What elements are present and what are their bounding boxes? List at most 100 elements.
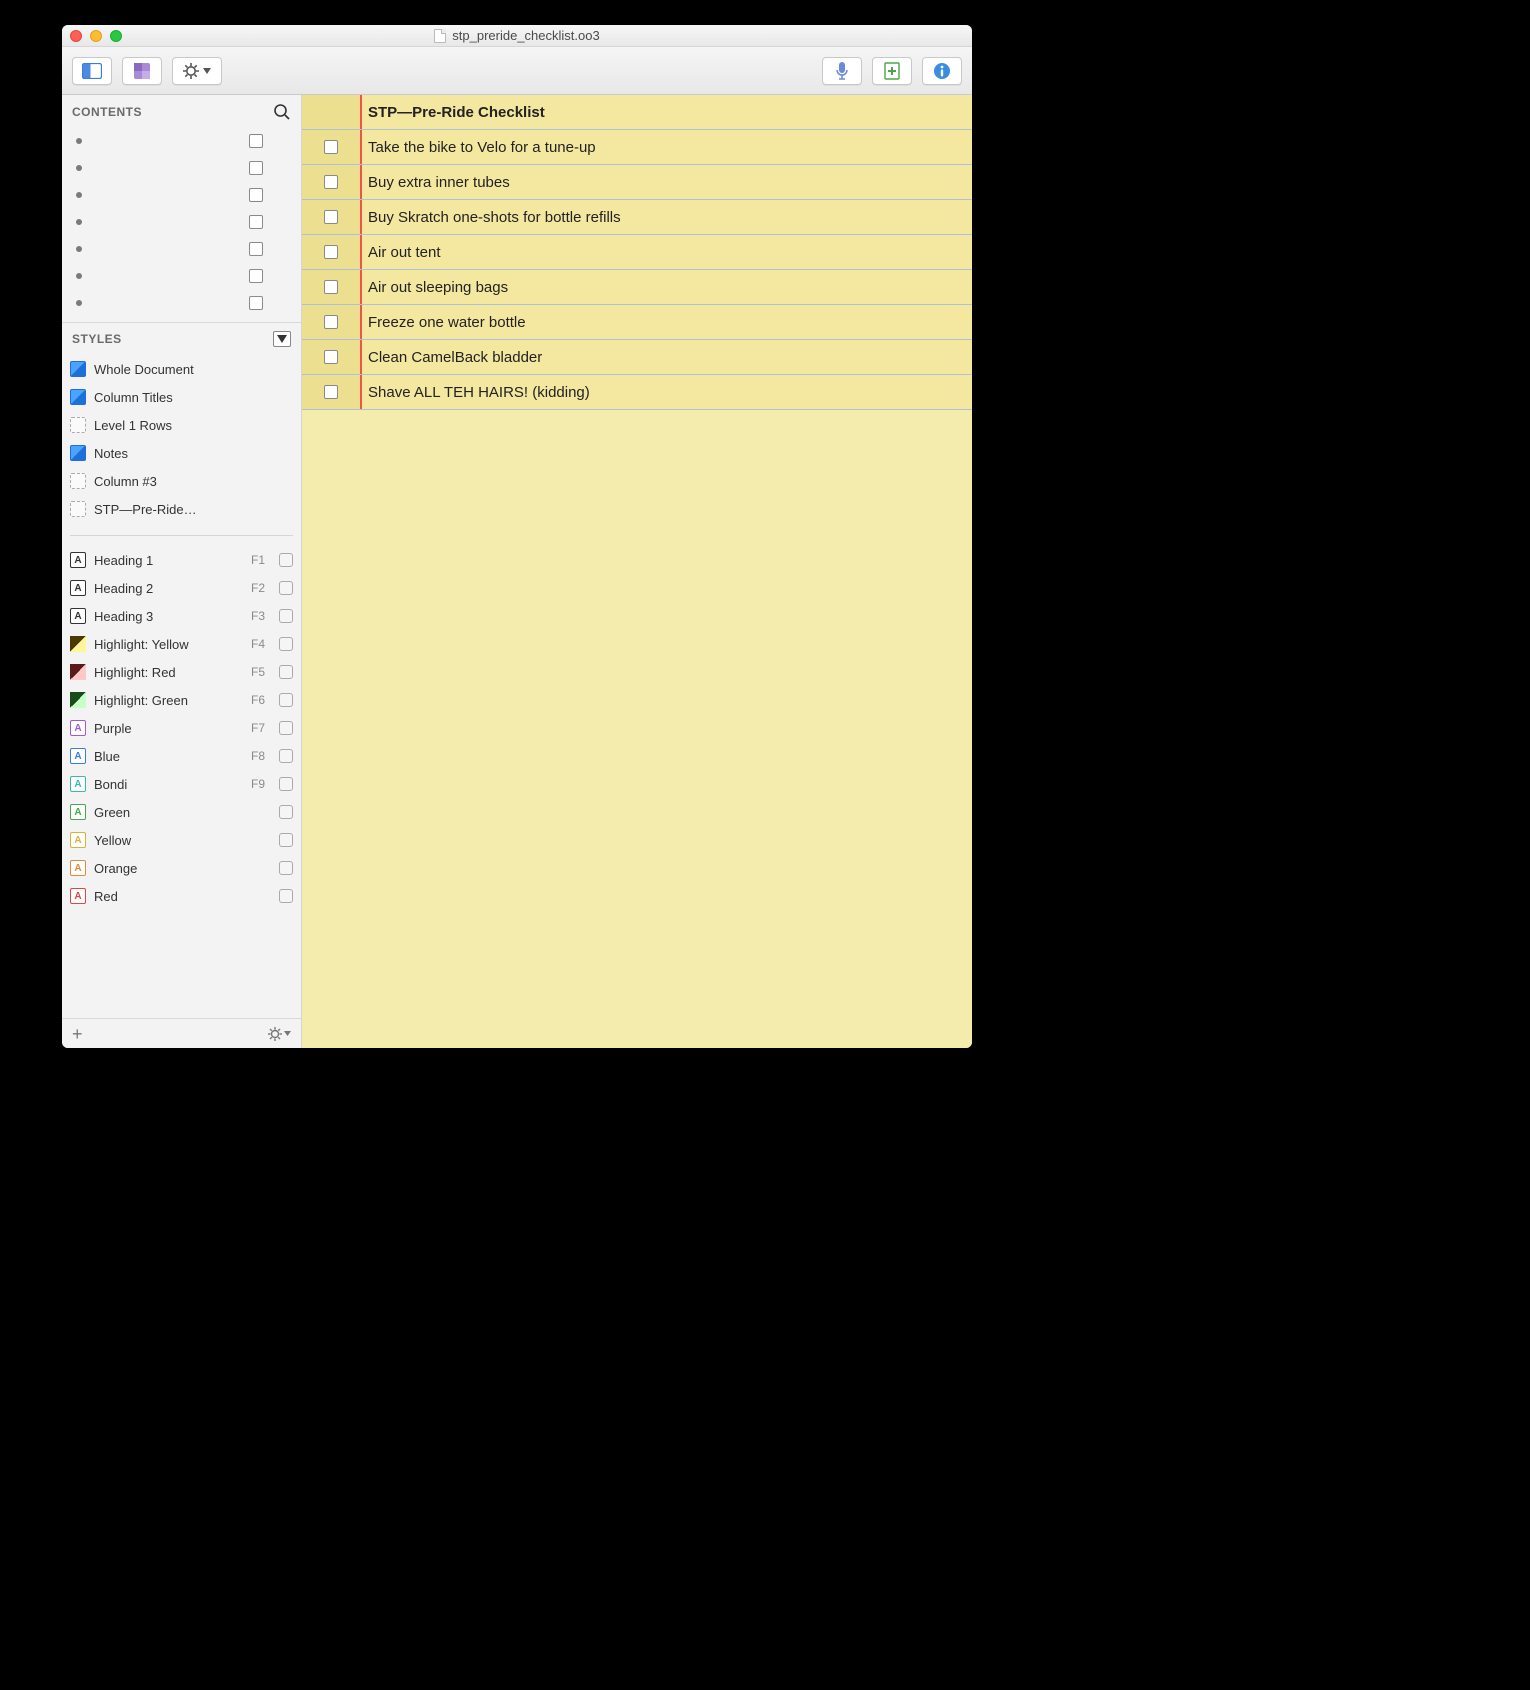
minimize-button[interactable]	[90, 30, 102, 42]
row-checkbox[interactable]	[324, 385, 338, 399]
style-item[interactable]: ABlueF8	[70, 742, 293, 770]
toolbar	[62, 47, 972, 95]
outline-row[interactable]: Clean CamelBack bladder	[302, 340, 972, 375]
contents-item[interactable]	[72, 262, 291, 289]
row-text[interactable]: Take the bike to Velo for a tune-up	[360, 139, 596, 156]
row-text[interactable]: Clean CamelBack bladder	[360, 349, 542, 366]
style-item[interactable]: Column Titles	[70, 383, 293, 411]
style-toggle-checkbox[interactable]	[279, 833, 293, 847]
outline-area[interactable]: STP—Pre-Ride Checklist Take the bike to …	[302, 95, 972, 1048]
close-button[interactable]	[70, 30, 82, 42]
contents-item[interactable]	[72, 208, 291, 235]
checkbox[interactable]	[249, 134, 263, 148]
row-checkbox[interactable]	[324, 280, 338, 294]
style-label: Red	[94, 889, 118, 904]
checkbox[interactable]	[249, 269, 263, 283]
dictation-button[interactable]	[822, 57, 862, 85]
contents-item[interactable]	[72, 289, 291, 316]
style-toggle-checkbox[interactable]	[279, 609, 293, 623]
sidebar-gear-menu[interactable]	[268, 1027, 291, 1041]
style-item[interactable]: Highlight: RedF5	[70, 658, 293, 686]
toggle-sidebar-button[interactable]	[72, 57, 112, 85]
outline-row[interactable]: Air out sleeping bags	[302, 270, 972, 305]
contents-list	[62, 125, 301, 322]
divider	[70, 535, 293, 536]
inspector-button[interactable]	[922, 57, 962, 85]
bullet-icon	[76, 219, 82, 225]
checkbox[interactable]	[249, 215, 263, 229]
checkbox[interactable]	[249, 242, 263, 256]
style-toggle-checkbox[interactable]	[279, 581, 293, 595]
add-style-button[interactable]: +	[72, 1025, 83, 1043]
outline-header-row[interactable]: STP—Pre-Ride Checklist	[302, 95, 972, 130]
row-checkbox[interactable]	[324, 210, 338, 224]
outline-row[interactable]: Buy Skratch one-shots for bottle refills	[302, 200, 972, 235]
style-placeholder-icon	[70, 417, 86, 433]
outline-row[interactable]: Freeze one water bottle	[302, 305, 972, 340]
style-item[interactable]: Whole Document	[70, 355, 293, 383]
checkbox[interactable]	[249, 161, 263, 175]
style-item[interactable]: Level 1 Rows	[70, 411, 293, 439]
style-toggle-checkbox[interactable]	[279, 805, 293, 819]
style-toggle-checkbox[interactable]	[279, 721, 293, 735]
style-toggle-checkbox[interactable]	[279, 777, 293, 791]
styles-header: STYLES	[62, 323, 301, 351]
named-styles-list: AHeading 1F1AHeading 2F2AHeading 3F3High…	[62, 542, 301, 916]
style-item[interactable]: ABondiF9	[70, 770, 293, 798]
outline-row[interactable]: Air out tent	[302, 235, 972, 270]
style-toggle-checkbox[interactable]	[279, 665, 293, 679]
style-item[interactable]: Highlight: GreenF6	[70, 686, 293, 714]
style-item[interactable]: AHeading 1F1	[70, 546, 293, 574]
row-text[interactable]: Buy Skratch one-shots for bottle refills	[360, 209, 621, 226]
style-placeholder-icon	[70, 501, 86, 517]
row-text[interactable]: Air out sleeping bags	[360, 279, 508, 296]
shortcut-label: F6	[251, 693, 265, 707]
contents-item[interactable]	[72, 154, 291, 181]
contents-item[interactable]	[72, 181, 291, 208]
style-toggle-checkbox[interactable]	[279, 553, 293, 567]
style-item[interactable]: Column #3	[70, 467, 293, 495]
search-icon[interactable]	[273, 103, 291, 121]
style-toggle-checkbox[interactable]	[279, 861, 293, 875]
row-text[interactable]: Freeze one water bottle	[360, 314, 526, 331]
style-item[interactable]: Highlight: YellowF4	[70, 630, 293, 658]
row-text[interactable]: Buy extra inner tubes	[360, 174, 510, 191]
style-item[interactable]: STP—Pre-Ride…	[70, 495, 293, 523]
outline-row[interactable]: Buy extra inner tubes	[302, 165, 972, 200]
row-text[interactable]: Shave ALL TEH HAIRS! (kidding)	[360, 384, 590, 401]
outline-row[interactable]: Take the bike to Velo for a tune-up	[302, 130, 972, 165]
bullet-icon	[76, 300, 82, 306]
style-item[interactable]: APurpleF7	[70, 714, 293, 742]
style-swatch-icon	[70, 389, 86, 405]
checkbox[interactable]	[249, 188, 263, 202]
zoom-button[interactable]	[110, 30, 122, 42]
style-toggle-checkbox[interactable]	[279, 749, 293, 763]
titlebar[interactable]: stp_preride_checklist.oo3	[62, 25, 972, 47]
outline-row[interactable]: Shave ALL TEH HAIRS! (kidding)	[302, 375, 972, 410]
style-item[interactable]: AHeading 2F2	[70, 574, 293, 602]
style-item[interactable]: Notes	[70, 439, 293, 467]
document-styles-button[interactable]	[122, 57, 162, 85]
style-item[interactable]: AGreen.	[70, 798, 293, 826]
style-toggle-checkbox[interactable]	[279, 693, 293, 707]
style-toggle-checkbox[interactable]	[279, 889, 293, 903]
action-menu-button[interactable]	[172, 57, 222, 85]
style-item[interactable]: AOrange.	[70, 854, 293, 882]
row-checkbox[interactable]	[324, 315, 338, 329]
style-item[interactable]: ARed.	[70, 882, 293, 910]
outline-title: STP—Pre-Ride Checklist	[360, 104, 545, 121]
row-checkbox[interactable]	[324, 350, 338, 364]
row-checkbox[interactable]	[324, 140, 338, 154]
styles-collapse-button[interactable]	[273, 331, 291, 347]
row-checkbox[interactable]	[324, 245, 338, 259]
row-checkbox[interactable]	[324, 175, 338, 189]
add-column-button[interactable]	[872, 57, 912, 85]
style-item[interactable]: AYellow.	[70, 826, 293, 854]
window-title: stp_preride_checklist.oo3	[62, 28, 972, 43]
style-toggle-checkbox[interactable]	[279, 637, 293, 651]
contents-item[interactable]	[72, 235, 291, 262]
contents-item[interactable]	[72, 127, 291, 154]
checkbox[interactable]	[249, 296, 263, 310]
style-item[interactable]: AHeading 3F3	[70, 602, 293, 630]
row-text[interactable]: Air out tent	[360, 244, 441, 261]
